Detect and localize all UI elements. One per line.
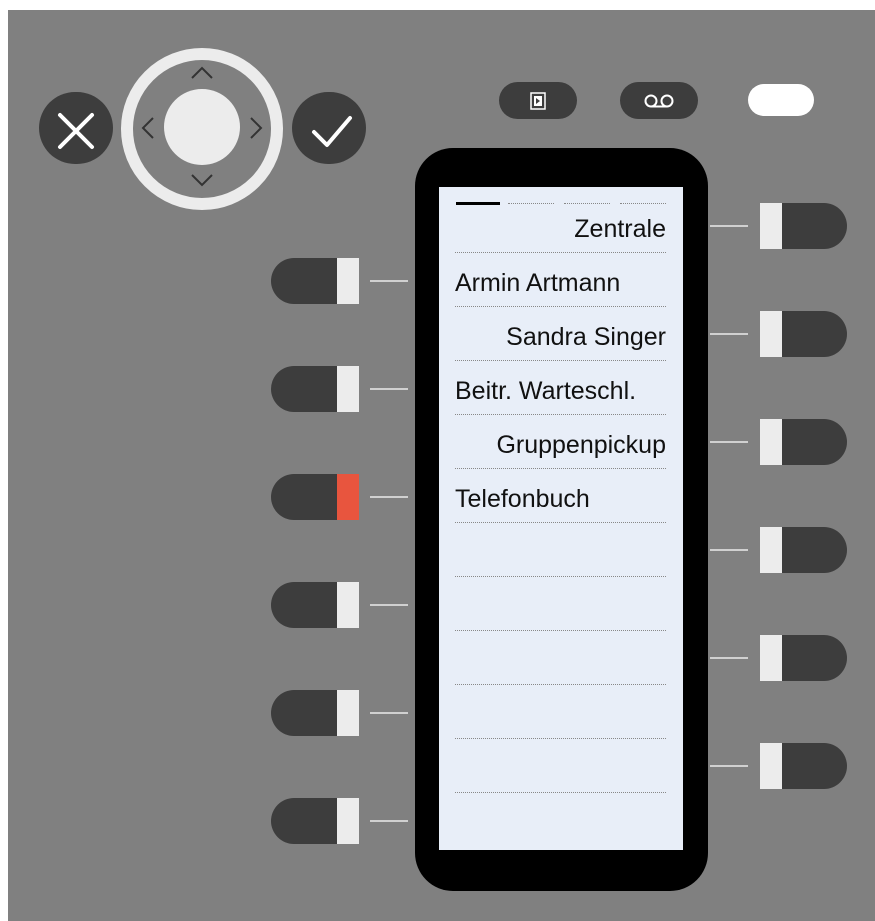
display-row-separator [455,468,666,469]
key-connector [370,604,408,606]
key-led [760,527,782,573]
key-led [337,366,359,412]
conference-button[interactable] [499,82,577,119]
page-indicator [564,203,610,204]
key-connector [710,333,748,335]
display-row-separator [455,576,666,577]
key-connector [370,280,408,282]
ok-center-button[interactable] [164,89,240,165]
display-row-label: Beitr. Warteschl. [455,377,637,405]
voicemail-icon [644,94,674,108]
key-led [760,743,782,789]
key-connector [710,657,748,659]
key-led [337,258,359,304]
close-icon [58,113,94,149]
voicemail-button[interactable] [620,82,698,119]
display-row-label: Gruppenpickup [496,431,666,459]
display-row-separator [455,414,666,415]
key-led [760,203,782,249]
key-connector [370,820,408,822]
display-row-label: Armin Artmann [455,269,621,297]
key-led [760,419,782,465]
blank-function-key[interactable] [748,84,814,116]
key-connector [710,225,748,227]
key-led-active [337,474,359,520]
check-icon [312,116,352,147]
key-led [337,582,359,628]
key-led [760,311,782,357]
display-row-separator [455,522,666,523]
key-led [337,798,359,844]
display-row-separator [455,360,666,361]
key-connector [370,496,408,498]
key-connector [710,441,748,443]
key-connector [710,549,748,551]
display-row-label: Zentrale [574,215,666,243]
display-row-separator [455,252,666,253]
key-led [760,635,782,681]
key-connector [710,765,748,767]
key-connector [370,388,408,390]
key-led [337,690,359,736]
display-row-separator [455,684,666,685]
page-indicator-active [456,202,500,205]
display-row-separator [455,630,666,631]
key-connector [370,712,408,714]
page-indicator [508,203,554,204]
display-row-separator [455,306,666,307]
conference-icon [530,92,546,110]
display-row-label: Telefonbuch [455,485,590,513]
display-row-separator [455,738,666,739]
display-row-label: Sandra Singer [506,323,666,351]
page-indicator [620,203,666,204]
display-row-separator [455,792,666,793]
